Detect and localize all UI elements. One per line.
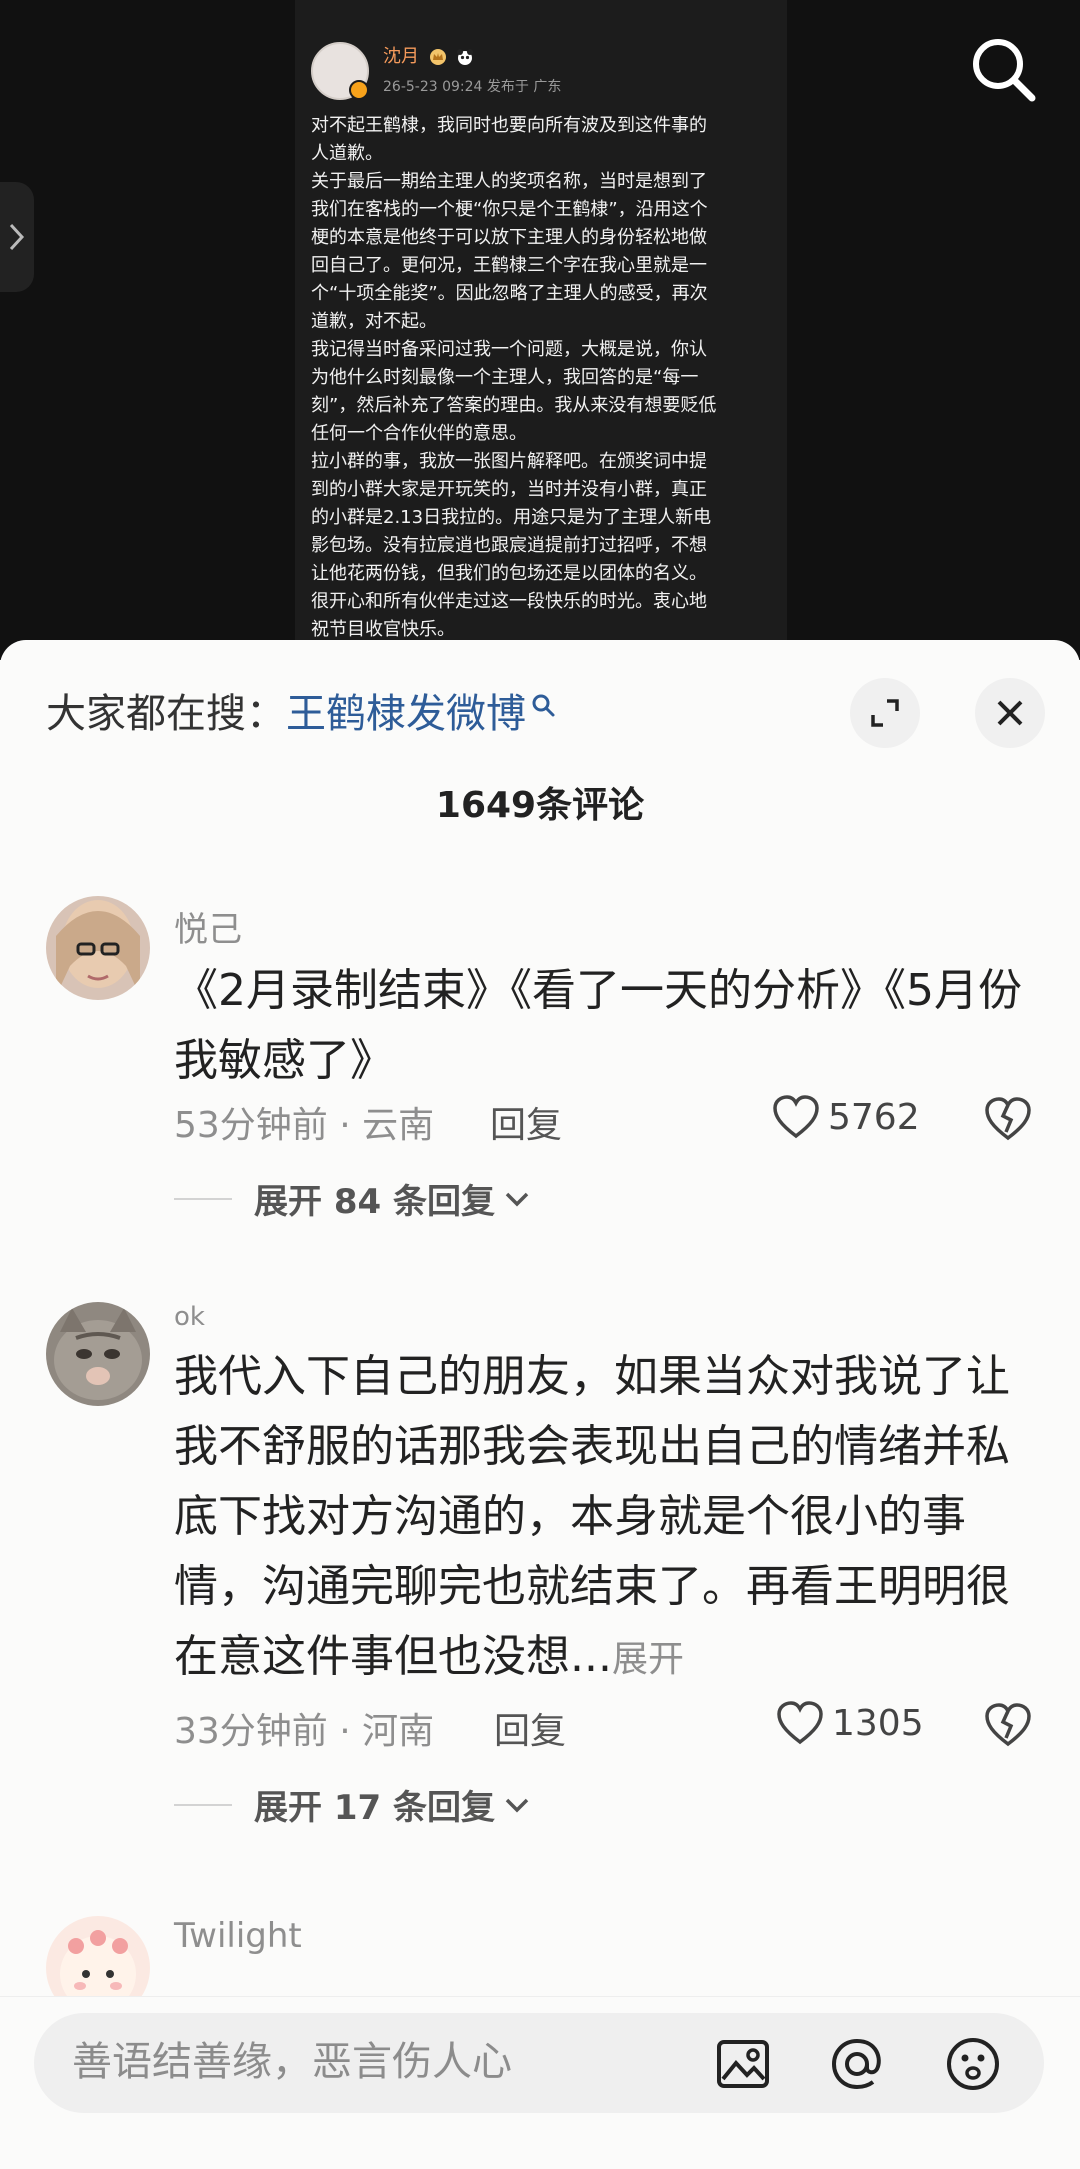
heart-icon: [773, 1095, 819, 1139]
search-icon[interactable]: [968, 34, 1038, 104]
expand-icon: [871, 699, 899, 727]
search-icon: [532, 694, 555, 717]
like-count: 5762: [828, 1096, 920, 1138]
comment-text: 《2月录制结束》《看了一天的分析》《5月份我敏感了》: [174, 965, 1022, 1086]
avatar[interactable]: [46, 1302, 150, 1406]
avatar[interactable]: [46, 896, 150, 1000]
comment-time-location: 53分钟前 · 云南: [174, 1105, 435, 1146]
like-button[interactable]: 5762: [772, 1094, 920, 1140]
like-button[interactable]: 1305: [776, 1700, 924, 1746]
comment-author[interactable]: ok: [174, 1302, 205, 1332]
chevron-right-icon: [9, 223, 25, 251]
expand-text-link[interactable]: 展开: [612, 1639, 684, 1680]
expand-replies[interactable]: 展开 84 条回复: [174, 1174, 531, 1223]
trending-link[interactable]: 王鹤棣发微博: [286, 686, 526, 742]
expand-replies-label: 展开 84 条回复: [254, 1182, 495, 1222]
emoji-icon[interactable]: [944, 2035, 1002, 2093]
comment-author[interactable]: 悦己: [174, 902, 242, 951]
heartbreak-icon[interactable]: [984, 1702, 1032, 1748]
expand-replies-label: 展开 17 条回复: [254, 1788, 495, 1828]
reply-button[interactable]: 回复: [494, 1702, 566, 1754]
expand-sheet-button[interactable]: [850, 678, 920, 748]
trending-label: 大家都在搜：: [46, 691, 286, 737]
comment-input-bar: 善语结善缘，恶言伤人心: [0, 1996, 1080, 2169]
heartbreak-icon[interactable]: [984, 1096, 1032, 1142]
comment-text-body: 我代入下自己的朋友，如果当众对我说了让我不舒服的话那我会表现出自己的情绪并私底下…: [174, 1351, 1010, 1682]
panda-badge-icon: [457, 49, 474, 65]
comment-input[interactable]: 善语结善缘，恶言伤人心: [34, 2013, 1044, 2113]
chevron-down-icon: [505, 1798, 529, 1812]
chevron-down-icon: [505, 1192, 529, 1206]
close-sheet-button[interactable]: [975, 678, 1045, 748]
post-author-avatar: [311, 42, 369, 100]
post-author-name: 沈月: [383, 46, 419, 67]
comment-time-location: 33分钟前 · 河南: [174, 1711, 435, 1752]
post-header: 沈月 26-5-23 09:24 发布于 广东: [311, 42, 561, 100]
image-icon[interactable]: [714, 2035, 772, 2093]
comments-sheet: 大家都在搜： 王鹤棣发微博 1649条评论 悦己 《2月录制结束》《看了一天的分…: [0, 640, 1080, 2168]
expand-replies[interactable]: 展开 17 条回复: [174, 1780, 531, 1829]
side-panel-handle[interactable]: [0, 182, 34, 292]
at-icon[interactable]: [828, 2035, 886, 2093]
post-timestamp: 26-5-23 09:24 发布于 广东: [383, 79, 562, 95]
comment-count: 1649条评论: [435, 785, 645, 826]
post-preview: 沈月 26-5-23 09:24 发布于 广东 对不起王鹤棣，我同时也要向所有波…: [0, 0, 1080, 660]
post-body: 对不起王鹤棣，我同时也要向所有波及到这件事的 人道歉。 关于最后一期给主理人的奖…: [311, 115, 717, 640]
comment-author[interactable]: Twilight: [174, 1916, 302, 1956]
comment-text: 我代入下自己的朋友，如果当众对我说了让我不舒服的话那我会表现出自己的情绪并私底下…: [174, 1342, 1024, 1695]
trending-search-row: 大家都在搜： 王鹤棣发微博: [46, 686, 558, 742]
reply-button[interactable]: 回复: [490, 1096, 562, 1148]
close-icon: [997, 700, 1023, 726]
heart-icon: [777, 1701, 823, 1745]
like-count: 1305: [832, 1702, 924, 1744]
comment-input-placeholder: 善语结善缘，恶言伤人心: [72, 2039, 512, 2085]
crown-badge-icon: [429, 49, 446, 65]
weibo-post-card: 沈月 26-5-23 09:24 发布于 广东 对不起王鹤棣，我同时也要向所有波…: [295, 0, 787, 660]
